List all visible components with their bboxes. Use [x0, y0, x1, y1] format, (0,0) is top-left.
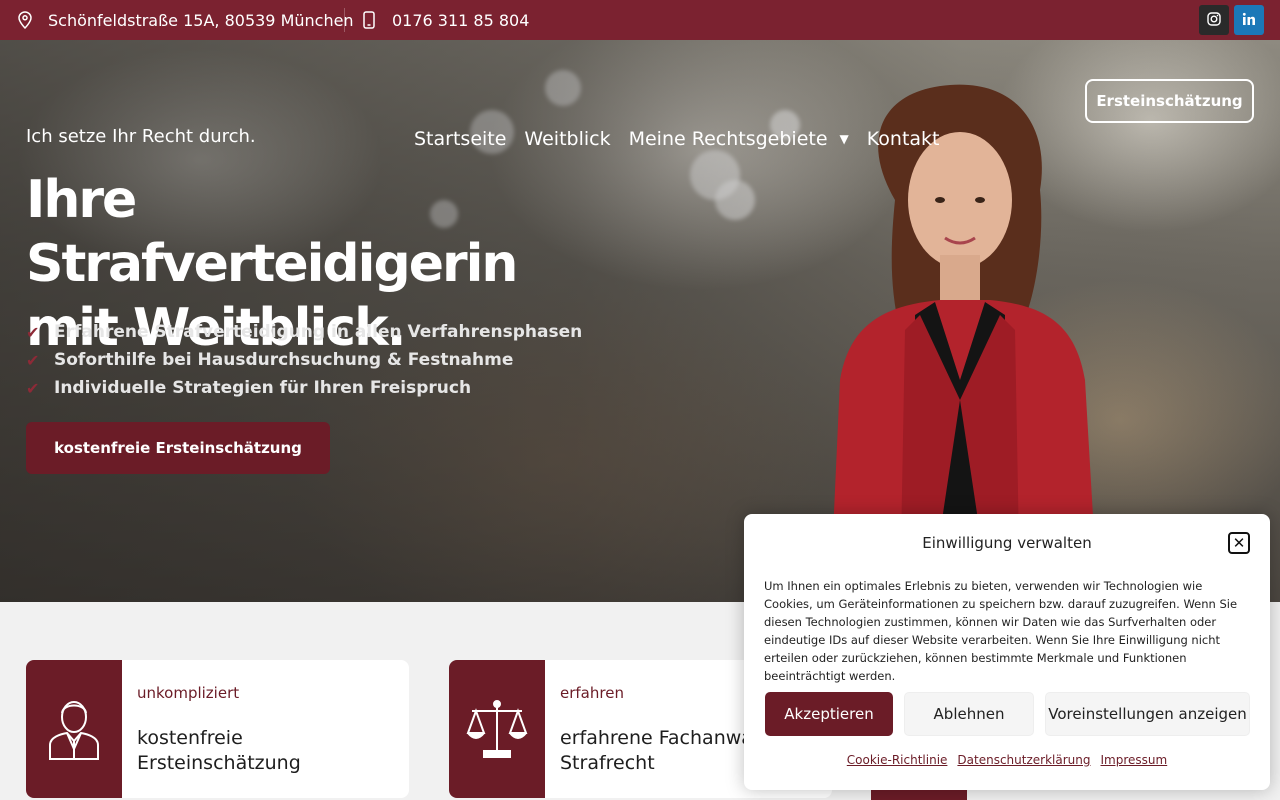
lawyer-person-icon: [26, 660, 122, 798]
cookie-policy-link[interactable]: Cookie-Richtlinie: [847, 753, 948, 767]
hero-cta-button[interactable]: kostenfreie Ersteinschätzung: [26, 422, 330, 474]
top-bar: Schönfeldstraße 15A, 80539 München 0176 …: [0, 0, 1280, 40]
card-kicker: unkompliziert: [137, 684, 240, 702]
map-pin-icon: [16, 11, 34, 29]
cookie-text: Um Ihnen ein optimales Erlebnis zu biete…: [764, 579, 1238, 683]
benefit-list: ✔ Erfahrene Strafverteidigung in allen Ve…: [26, 318, 582, 402]
linkedin-icon: [1242, 11, 1256, 30]
header-ersteinschaetzung-button[interactable]: Ersteinschätzung: [1085, 79, 1254, 123]
phone-link[interactable]: 0176 311 85 804: [360, 0, 529, 40]
check-icon: ✔: [26, 350, 40, 370]
benefit-text: Individuelle Strategien für Ihren Freisp…: [54, 378, 472, 398]
address-text: Schönfeldstraße 15A, 80539 München: [48, 10, 354, 30]
nav-item-label: Meine Rechtsgebiete: [628, 128, 828, 150]
mobile-phone-icon: [360, 11, 378, 29]
check-icon: ✔: [26, 378, 40, 398]
divider: [344, 8, 345, 32]
caret-down-icon: ▼: [839, 132, 849, 146]
nav-item-weitblick[interactable]: Weitblick: [524, 128, 610, 150]
scales-of-justice-icon: [449, 660, 545, 798]
card-kicker: erfahren: [560, 684, 624, 702]
feature-card[interactable]: unkompliziert kostenfreie Ersteinschätzu…: [26, 660, 409, 798]
benefit-text: Erfahrene Strafverteidigung in allen Ver…: [54, 322, 583, 342]
close-icon[interactable]: ✕: [1228, 532, 1250, 554]
imprint-link[interactable]: Impressum: [1101, 753, 1168, 767]
nav-item-kontakt[interactable]: Kontakt: [867, 128, 940, 150]
cookie-consent-dialog: Einwilligung verwalten ✕ Um Ihnen ein op…: [744, 514, 1270, 790]
accept-button[interactable]: Akzeptieren: [765, 692, 893, 736]
address-link[interactable]: Schönfeldstraße 15A, 80539 München: [16, 0, 354, 40]
card-title-line: Ersteinschätzung: [137, 752, 301, 774]
list-item: ✔ Erfahrene Strafverteidigung in allen Ve…: [26, 318, 582, 346]
cookie-links: Cookie-Richtlinie Datenschutzerklärung I…: [744, 753, 1270, 767]
check-icon: ✔: [26, 322, 40, 342]
preferences-button[interactable]: Voreinstellungen anzeigen: [1045, 692, 1250, 736]
hero-tagline: Ich setze Ihr Recht durch.: [26, 126, 256, 147]
deny-button[interactable]: Ablehnen: [904, 692, 1034, 736]
benefit-text: Soforthilfe bei Hausdurchsuchung & Festn…: [54, 350, 514, 370]
privacy-policy-link[interactable]: Datenschutzerklärung: [957, 753, 1090, 767]
list-item: ✔ Individuelle Strategien für Ihren Freis…: [26, 374, 582, 402]
instagram-button[interactable]: [1199, 5, 1229, 35]
card-title-line: kostenfreie: [137, 727, 243, 749]
card-title: erfahrene Fachanwä Strafrecht: [560, 726, 753, 776]
card-title-line: erfahrene Fachanwä: [560, 727, 753, 749]
linkedin-button[interactable]: [1234, 5, 1264, 35]
card-title-line: Strafrecht: [560, 752, 655, 774]
nav-item-rechtsgebiete[interactable]: Meine Rechtsgebiete ▼: [629, 128, 849, 150]
card-body: erfahren erfahrene Fachanwä Strafrecht: [545, 660, 768, 798]
card-body: unkompliziert kostenfreie Ersteinschätzu…: [122, 660, 316, 798]
nav-item-startseite[interactable]: Startseite: [414, 128, 506, 150]
phone-text: 0176 311 85 804: [392, 10, 530, 30]
instagram-icon: [1207, 11, 1221, 30]
headline-line: Ihre Strafverteidigerin: [26, 170, 518, 294]
cookie-title: Einwilligung verwalten: [922, 534, 1092, 552]
card-title: kostenfreie Ersteinschätzung: [137, 726, 301, 776]
main-nav: Startseite Weitblick Meine Rechtsgebiete…: [414, 128, 940, 150]
list-item: ✔ Soforthilfe bei Hausdurchsuchung & Fest…: [26, 346, 582, 374]
